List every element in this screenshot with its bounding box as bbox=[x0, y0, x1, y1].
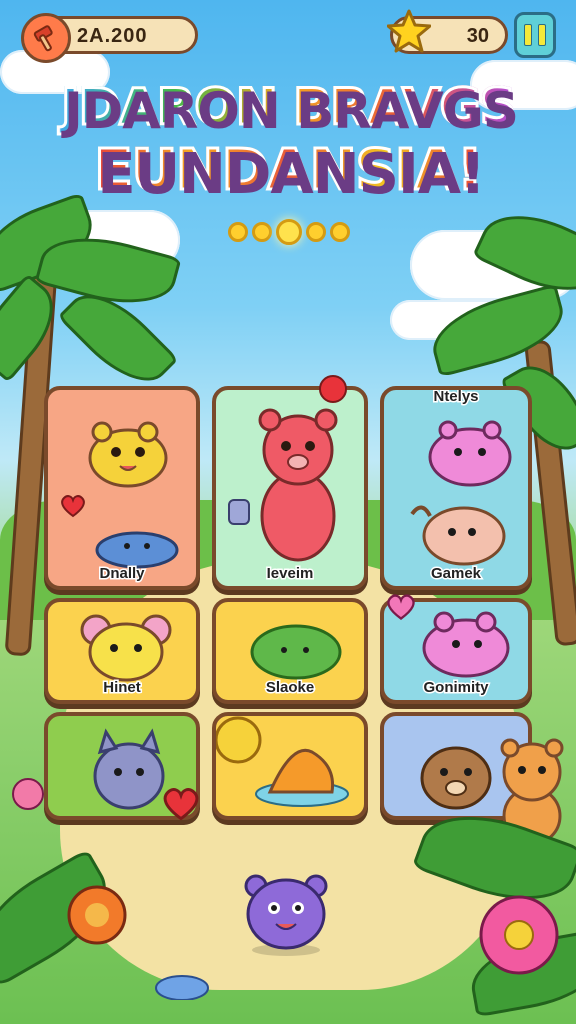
red-bear-icon bbox=[258, 408, 338, 562]
coin-counter: 2A.200 bbox=[21, 13, 198, 63]
pause-icon bbox=[524, 24, 532, 46]
card-label: Hinet bbox=[102, 678, 143, 698]
heart-icon bbox=[163, 788, 199, 821]
page-dot[interactable] bbox=[330, 222, 350, 242]
game-title-line1: JDARON BRAVGS bbox=[0, 77, 576, 138]
gray-cat-icon bbox=[93, 728, 165, 810]
star-value: 30 bbox=[466, 25, 489, 47]
card-label: Gonimity bbox=[422, 678, 490, 698]
star-counter: 30 bbox=[386, 9, 508, 54]
card-top-label: Ntelys bbox=[432, 388, 480, 407]
pink-hippo-icon bbox=[428, 420, 512, 487]
heart-icon bbox=[61, 495, 85, 518]
level-card-4[interactable]: Hinet bbox=[44, 598, 200, 704]
level-card-1[interactable]: Dnally bbox=[44, 386, 200, 590]
blue-plant-icon bbox=[155, 975, 209, 1000]
pink-flower-icon bbox=[12, 778, 44, 810]
card-label: Slaoke bbox=[264, 678, 315, 698]
blue-seal-icon bbox=[95, 531, 179, 569]
balloon-icon bbox=[319, 375, 347, 403]
level-card-2[interactable]: Ieveim bbox=[212, 386, 368, 590]
heart-icon bbox=[387, 594, 415, 620]
coin-value: 2A.200 bbox=[77, 25, 148, 47]
purple-player-character[interactable] bbox=[238, 870, 334, 956]
title-text-1: JDARON BRAVGS bbox=[60, 77, 518, 138]
title-text-2: EUNDANSIA! bbox=[93, 137, 484, 205]
page-dot-active[interactable] bbox=[276, 219, 302, 245]
pink-hippo-icon bbox=[422, 611, 510, 678]
brown-dog-icon bbox=[420, 746, 492, 810]
level-card-5[interactable]: Slaoke bbox=[212, 598, 368, 704]
level-card-8[interactable] bbox=[212, 712, 368, 820]
pause-button[interactable] bbox=[514, 12, 556, 58]
card-label: Gamek bbox=[429, 564, 482, 584]
game-title-line2: EUNDANSIA! bbox=[0, 137, 576, 205]
page-dot[interactable] bbox=[252, 222, 272, 242]
card-label: Dnally bbox=[98, 564, 146, 584]
hammer-icon bbox=[21, 13, 71, 63]
star-icon bbox=[386, 9, 432, 55]
fruit-slice-icon bbox=[255, 749, 349, 807]
orange-flower-icon bbox=[67, 885, 127, 945]
page-dot[interactable] bbox=[228, 222, 248, 242]
page-indicator bbox=[228, 219, 350, 245]
page-dot[interactable] bbox=[306, 222, 326, 242]
jar-icon bbox=[228, 499, 250, 525]
pink-flower-icon bbox=[479, 895, 559, 975]
pause-icon-bar bbox=[538, 24, 546, 46]
green-bush-icon bbox=[250, 624, 342, 680]
yellow-hamster-icon bbox=[88, 421, 168, 488]
pineapple-icon bbox=[216, 716, 262, 764]
level-card-3[interactable]: Ntelys Gamek bbox=[380, 386, 532, 590]
yellow-mouse-icon bbox=[80, 614, 172, 682]
card-label: Ieveim bbox=[265, 564, 315, 584]
tan-pig-icon bbox=[410, 505, 506, 566]
